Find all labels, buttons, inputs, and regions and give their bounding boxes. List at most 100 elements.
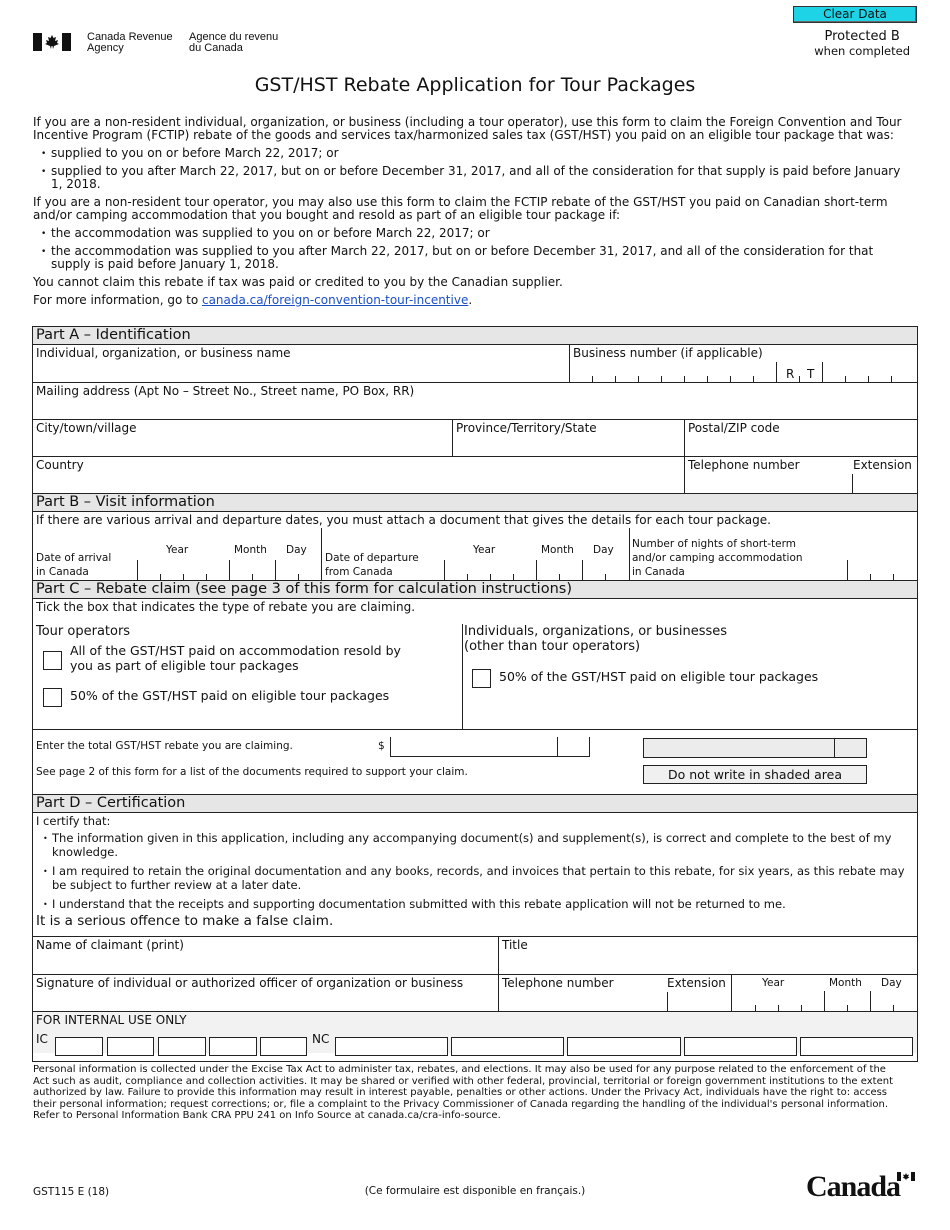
business-number-field[interactable]: Business number (if applicable) R T <box>570 345 917 382</box>
extension-field[interactable] <box>852 474 853 493</box>
certify-bullet: • I understand that the receipts and supp… <box>43 897 786 911</box>
title-field[interactable]: Title <box>499 937 917 974</box>
cert-extension-field[interactable] <box>667 992 668 1011</box>
certify-bullet: • The information given in this applicati… <box>43 831 892 859</box>
intro-paragraph-2: If you are a non-resident tour operator,… <box>33 195 888 222</box>
agency-fr-line2: du Canada <box>189 42 243 54</box>
others-50-percent-label: 50% of the GST/HST paid on eligible tour… <box>499 669 819 684</box>
others-50-percent-checkbox[interactable] <box>472 669 491 688</box>
nights-label-1: Number of nights of short-term <box>632 538 796 550</box>
departure-label-2: from Canada <box>325 566 393 578</box>
internal-use-header: FOR INTERNAL USE ONLY <box>36 1013 187 1027</box>
form-frame: Part A – Identification Individual, orga… <box>32 326 918 1062</box>
cert-month-label: Month <box>829 977 862 989</box>
business-name-field[interactable]: Individual, organization, or business na… <box>33 345 570 382</box>
intro-paragraph-4: For more information, go to canada.ca/fo… <box>33 294 913 307</box>
cert-telephone-field[interactable]: Telephone number Extension <box>499 975 732 1011</box>
when-completed: when completed <box>814 44 910 58</box>
protected-b: Protected B <box>824 29 900 44</box>
arrival-month-label: Month <box>234 544 267 556</box>
nc-box[interactable] <box>335 1037 448 1056</box>
part-b-header: Part B – Visit information <box>33 494 917 512</box>
departure-label: Date of departure from Canada <box>325 551 419 579</box>
fctip-link[interactable]: canada.ca/foreign-convention-tour-incent… <box>202 293 468 307</box>
departure-label-1: Date of departure <box>325 552 419 564</box>
ic-box[interactable] <box>209 1037 257 1056</box>
nights-label-3: in Canada <box>632 566 685 578</box>
agency-en-line2: Agency <box>87 42 124 54</box>
tour-opt1-line1: All of the GST/HST paid on accommodation… <box>70 643 401 658</box>
tour-accommodation-checkbox[interactable] <box>43 651 62 670</box>
tour-50-percent-checkbox[interactable] <box>43 688 62 707</box>
ic-label: IC <box>36 1032 48 1046</box>
others-heading-2: (other than tour operators) <box>464 639 641 654</box>
agency-name-fr: Agence du revenu du Canada <box>189 32 278 54</box>
city-label: City/town/village <box>36 421 137 435</box>
ic-box[interactable] <box>260 1037 307 1056</box>
nc-box[interactable] <box>684 1037 797 1056</box>
ic-box[interactable] <box>55 1037 103 1056</box>
certify-label: I certify that: <box>36 814 111 828</box>
intro-bullet: supplied to you on or before March 22, 2… <box>41 147 913 162</box>
cert-year-label: Year <box>762 977 785 989</box>
postal-code-field[interactable]: Postal/ZIP code <box>685 420 917 456</box>
arrival-date-field[interactable] <box>137 560 321 580</box>
tour-50-percent-label: 50% of the GST/HST paid on eligible tour… <box>70 688 390 703</box>
nights-field[interactable] <box>847 560 917 580</box>
nc-box[interactable] <box>800 1037 913 1056</box>
part-d-header: Part D – Certification <box>33 795 917 813</box>
country-label: Country <box>36 458 84 472</box>
mailing-address-label: Mailing address (Apt No – Street No., St… <box>36 384 415 398</box>
intro-bullet: the accommodation was supplied to you af… <box>41 245 913 271</box>
clear-data-button[interactable]: Clear Data <box>793 6 917 23</box>
postal-code-label: Postal/ZIP code <box>688 421 780 435</box>
nc-label: NC <box>312 1032 330 1046</box>
bn-t: T <box>807 367 815 381</box>
cents-divider <box>557 737 558 756</box>
tour-accommodation-label: All of the GST/HST paid on accommodation… <box>70 643 401 673</box>
signature-field[interactable]: Signature of individual or authorized of… <box>33 975 499 1011</box>
claimant-name-field[interactable]: Name of claimant (print) <box>33 937 499 974</box>
telephone-field[interactable]: Telephone number Extension <box>685 457 917 493</box>
period: . <box>468 293 473 307</box>
certify-bullet-text: I understand that the receipts and suppo… <box>52 897 786 911</box>
canada-wordmark-flag-icon <box>897 1172 915 1181</box>
mailing-address-field[interactable]: Mailing address (Apt No – Street No., St… <box>33 383 917 419</box>
departure-month-label: Month <box>541 544 574 556</box>
part-a-header: Part A – Identification <box>33 327 917 345</box>
visit-note: If there are various arrival and departu… <box>36 513 771 527</box>
intro-paragraph-1: If you are a non-resident individual, or… <box>33 115 902 142</box>
agency-name-en: Canada Revenue Agency <box>87 32 173 54</box>
province-field[interactable]: Province/Territory/State <box>453 420 685 456</box>
arrival-label: Date of arrival in Canada <box>36 551 111 579</box>
total-rebate-label: Enter the total GST/HST rebate you are c… <box>36 740 293 752</box>
signature-label: Signature of individual or authorized of… <box>36 976 464 990</box>
arrival-day-label: Day <box>286 544 307 556</box>
see-page-note: See page 2 of this form for a list of th… <box>36 766 468 778</box>
nc-box[interactable] <box>451 1037 564 1056</box>
certify-bullet-text: I am required to retain the original doc… <box>52 864 905 892</box>
departure-date-field[interactable] <box>444 560 628 580</box>
rebate-instruction: Tick the box that indicates the type of … <box>36 600 416 614</box>
ic-box[interactable] <box>158 1037 206 1056</box>
cert-extension-label: Extension <box>667 976 726 990</box>
part-c-header: Part C – Rebate claim (see page 3 of thi… <box>33 581 917 599</box>
total-rebate-field[interactable] <box>390 737 590 757</box>
ic-box[interactable] <box>107 1037 154 1056</box>
cert-date-field[interactable]: Year Month Day <box>732 975 917 1011</box>
departure-year-label: Year <box>473 544 496 556</box>
more-info-text: For more information, go to <box>33 293 202 307</box>
telephone-label: Telephone number <box>688 458 800 472</box>
country-field[interactable]: Country <box>33 457 685 493</box>
tour-operators-heading: Tour operators <box>36 624 131 639</box>
false-claim-warning: It is a serious offence to make a false … <box>36 913 334 929</box>
business-name-label: Individual, organization, or business na… <box>36 346 291 360</box>
arrival-year-label: Year <box>166 544 189 556</box>
city-field[interactable]: City/town/village <box>33 420 453 456</box>
departure-day-label: Day <box>593 544 614 556</box>
do-not-write-note: Do not write in shaded area <box>643 765 867 784</box>
nights-label-2: and/or camping accommodation <box>632 552 803 564</box>
nc-box[interactable] <box>567 1037 681 1056</box>
certify-bullet: • I am required to retain the original do… <box>43 864 905 892</box>
bn-r: R <box>786 367 795 381</box>
